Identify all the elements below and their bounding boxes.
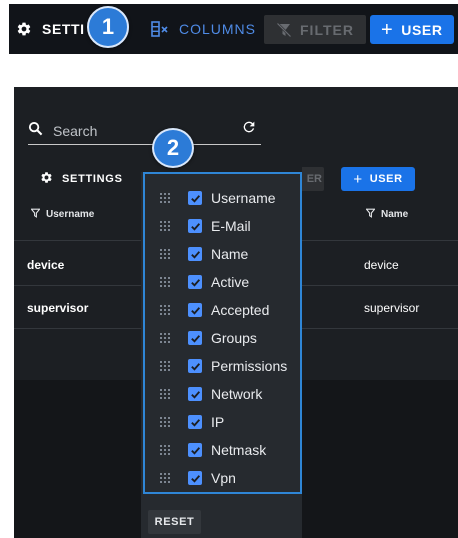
column-header-label: Username	[46, 209, 95, 220]
filter-icon	[365, 208, 376, 221]
column-option-label: Groups	[211, 330, 257, 346]
column-option-network[interactable]: Network	[145, 380, 300, 408]
filter-label: FILTER	[300, 21, 354, 38]
column-option-label: Name	[211, 246, 249, 262]
column-option-label: Username	[211, 190, 276, 206]
column-option-e-mail[interactable]: E-Mail	[145, 212, 300, 240]
row-supervisor-name[interactable]: supervisor	[364, 301, 419, 315]
reset-button[interactable]: RESET	[148, 510, 201, 534]
checkbox-checked-icon[interactable]	[188, 219, 202, 233]
checkbox-checked-icon[interactable]	[188, 471, 202, 485]
column-header-username[interactable]: Username	[30, 208, 95, 221]
checkbox-checked-icon[interactable]	[188, 247, 202, 261]
settings-label: SETTI	[42, 21, 85, 37]
column-option-label: Accepted	[211, 302, 270, 318]
drag-handle-icon[interactable]	[160, 473, 170, 483]
drag-handle-icon[interactable]	[160, 277, 170, 287]
drag-handle-icon[interactable]	[160, 193, 170, 203]
drag-handle-icon[interactable]	[160, 361, 170, 371]
settings-button[interactable]: SETTI	[16, 4, 85, 54]
row-supervisor-username[interactable]: supervisor	[27, 301, 88, 315]
column-option-label: Active	[211, 274, 250, 290]
column-header-name[interactable]: Name	[365, 208, 409, 221]
checkbox-checked-icon[interactable]	[188, 331, 202, 345]
checkbox-checked-icon[interactable]	[188, 359, 202, 373]
columns-button[interactable]: COLUMNS	[151, 4, 256, 54]
column-header-label: Name	[381, 209, 409, 220]
column-option-username[interactable]: Username	[145, 184, 300, 212]
drag-handle-icon[interactable]	[160, 417, 170, 427]
add-user-button[interactable]: + USER	[370, 15, 454, 44]
column-option-permissions[interactable]: Permissions	[145, 352, 300, 380]
column-option-groups[interactable]: Groups	[145, 324, 300, 352]
drag-handle-icon[interactable]	[160, 389, 170, 399]
drag-handle-icon[interactable]	[160, 305, 170, 315]
checkbox-checked-icon[interactable]	[188, 387, 202, 401]
checkbox-checked-icon[interactable]	[188, 415, 202, 429]
column-option-name[interactable]: Name	[145, 240, 300, 268]
user-label: USER	[369, 173, 403, 185]
callout-badge-2: 2	[152, 128, 194, 168]
filter-button[interactable]: FILTER	[264, 15, 366, 44]
column-option-active[interactable]: Active	[145, 268, 300, 296]
gear-icon	[16, 21, 32, 37]
filter-label-fragment: ER	[306, 173, 322, 185]
columns-menu: Username E-Mail Name Active Accepted Groups Pe…	[141, 172, 302, 538]
settings-label: SETTINGS	[62, 173, 123, 185]
column-option-ip[interactable]: IP	[145, 408, 300, 436]
column-option-label: Vpn	[211, 470, 236, 486]
search-icon	[28, 121, 43, 141]
refresh-icon[interactable]	[241, 119, 257, 140]
column-option-label: Permissions	[211, 358, 288, 374]
checkbox-checked-icon[interactable]	[188, 191, 202, 205]
columns-list: Username E-Mail Name Active Accepted Groups Pe…	[143, 172, 302, 494]
plus-icon: +	[353, 170, 363, 188]
column-option-label: IP	[211, 414, 225, 430]
callout-badge-1: 1	[87, 6, 129, 48]
column-option-accepted[interactable]: Accepted	[145, 296, 300, 324]
columns-icon	[151, 21, 169, 37]
column-option-netmask[interactable]: Netmask	[145, 436, 300, 464]
drag-handle-icon[interactable]	[160, 221, 170, 231]
checkbox-checked-icon[interactable]	[188, 275, 202, 289]
search-placeholder: Search	[53, 122, 98, 139]
column-option-vpn[interactable]: Vpn	[145, 464, 300, 492]
drag-handle-icon[interactable]	[160, 445, 170, 455]
checkbox-checked-icon[interactable]	[188, 303, 202, 317]
columns-label: COLUMNS	[179, 21, 257, 37]
plus-icon: +	[381, 18, 394, 41]
search-input[interactable]: Search	[28, 117, 261, 145]
drag-handle-icon[interactable]	[160, 333, 170, 343]
filter-button[interactable]: ER	[302, 167, 324, 191]
top-toolbar: SETTI COLUMNS FILTER + USER	[9, 4, 458, 54]
drag-handle-icon[interactable]	[160, 249, 170, 259]
add-user-button[interactable]: + USER	[341, 167, 415, 191]
settings-button[interactable]: SETTINGS	[40, 170, 123, 188]
gear-icon	[40, 171, 53, 187]
row-device-username[interactable]: device	[27, 258, 64, 272]
row-device-name[interactable]: device	[364, 258, 399, 272]
column-option-label: E-Mail	[211, 218, 251, 234]
checkbox-checked-icon[interactable]	[188, 443, 202, 457]
filter-off-icon	[276, 22, 292, 38]
column-option-label: Netmask	[211, 442, 267, 458]
user-label: USER	[401, 21, 443, 38]
filter-icon	[30, 208, 41, 221]
column-option-label: Network	[211, 386, 263, 402]
